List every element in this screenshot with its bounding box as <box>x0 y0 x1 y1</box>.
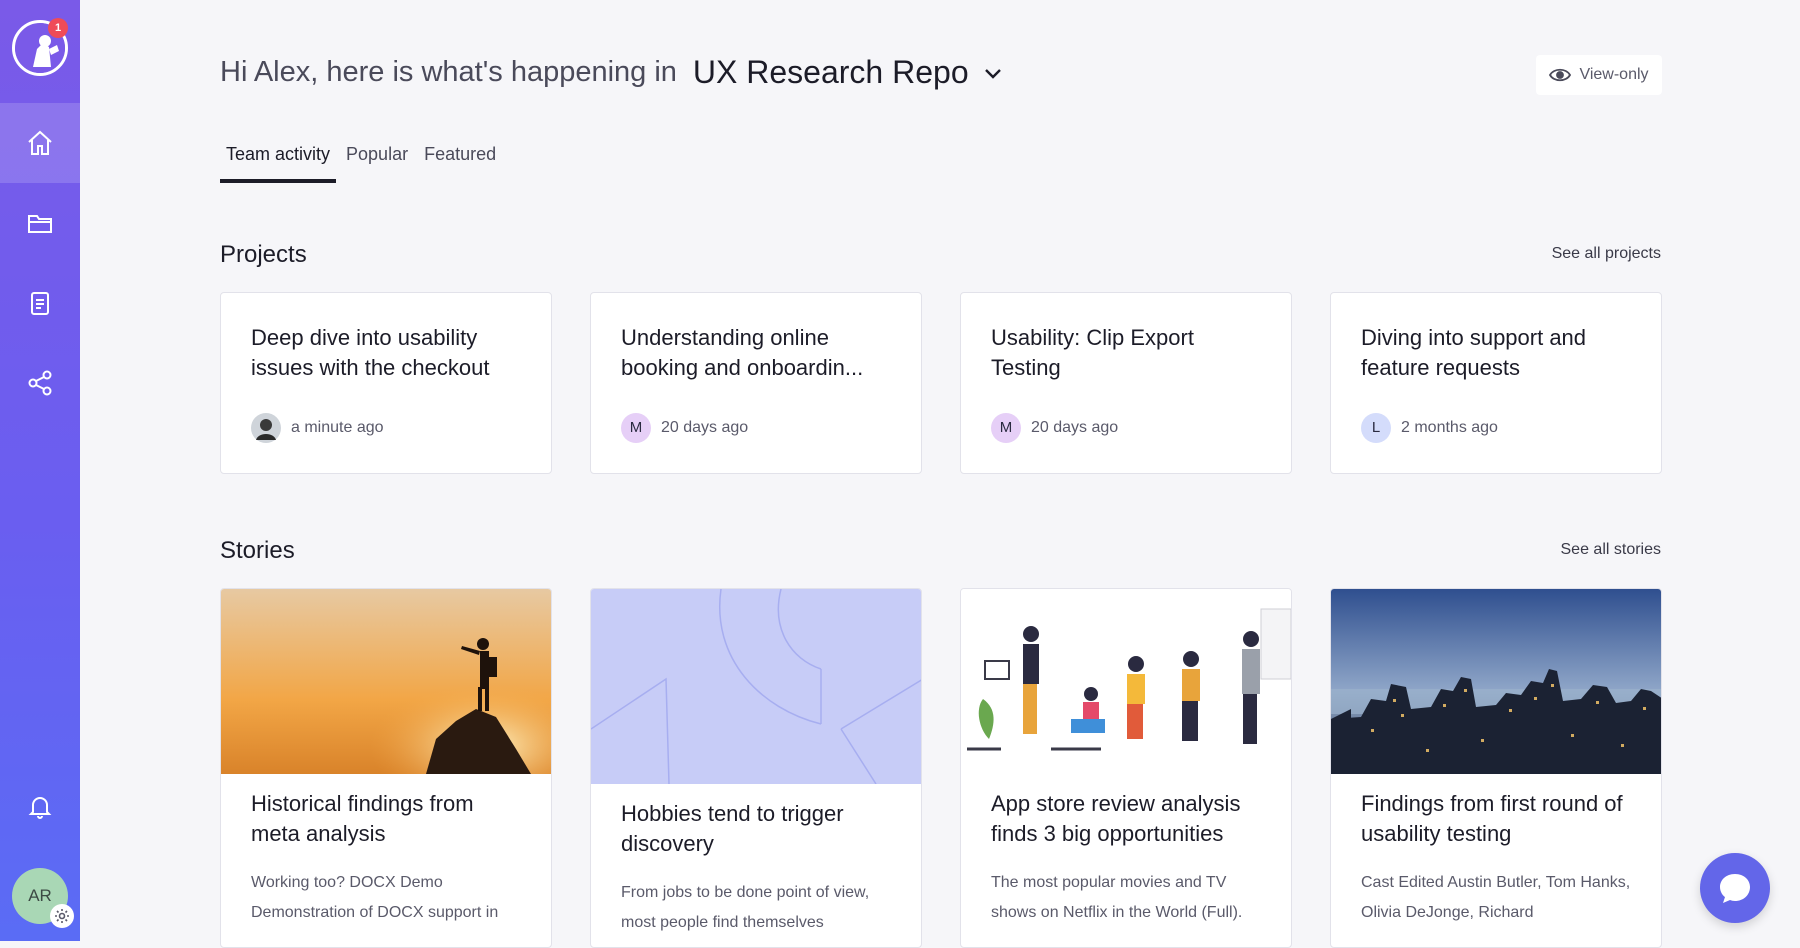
avatar: M <box>621 413 651 443</box>
greeting: Hi Alex, here is what's happening in UX … <box>220 54 1005 91</box>
notification-badge: 1 <box>48 18 68 38</box>
eye-icon <box>1549 68 1572 82</box>
sidebar: 1 AR <box>0 0 80 941</box>
user-photo-avatar <box>251 413 281 443</box>
project-card[interactable]: Deep dive into usability issues with the… <box>220 292 552 474</box>
story-title: Findings from first round of usability t… <box>1361 791 1623 846</box>
project-meta: M 20 days ago <box>621 413 748 443</box>
story-description: The most popular movies and TV shows on … <box>991 874 1243 921</box>
see-all-stories-link[interactable]: See all stories <box>1561 541 1662 559</box>
see-all-projects-link[interactable]: See all projects <box>1552 245 1661 263</box>
tab-popular[interactable]: Popular <box>340 140 414 183</box>
folder-icon <box>28 215 52 233</box>
project-time: a minute ago <box>291 419 384 436</box>
story-title: Historical findings from meta analysis <box>251 791 474 846</box>
tab-featured[interactable]: Featured <box>418 140 502 183</box>
project-title: Understanding online booking and onboard… <box>621 325 864 380</box>
project-meta: M 20 days ago <box>991 413 1118 443</box>
document-icon <box>31 292 49 315</box>
project-card[interactable]: Diving into support and feature requests… <box>1330 292 1662 474</box>
settings-badge[interactable] <box>50 904 74 928</box>
projects-heading: Projects <box>220 241 307 268</box>
story-card[interactable]: App store review analysis finds 3 big op… <box>960 588 1292 948</box>
project-title: Diving into support and feature requests <box>1361 325 1587 380</box>
stories-heading: Stories <box>220 537 295 564</box>
workspace-selector[interactable]: UX Research Repo <box>693 54 969 91</box>
project-time: 2 months ago <box>1401 419 1498 436</box>
chat-bubble-icon <box>1720 874 1750 903</box>
view-only-badge[interactable]: View-only <box>1536 55 1662 95</box>
story-card[interactable]: Historical findings from meta analysis W… <box>220 588 552 948</box>
share-icon <box>28 370 52 396</box>
story-card[interactable]: Findings from first round of usability t… <box>1330 588 1662 948</box>
bell-icon <box>28 797 52 819</box>
activity-tabs: Team activity Popular Featured <box>220 140 506 183</box>
project-card[interactable]: Usability: Clip Export Testing M 20 days… <box>960 292 1292 474</box>
home-icon <box>28 130 52 155</box>
story-image-pattern <box>591 589 921 784</box>
chevron-down-icon[interactable] <box>981 61 1005 85</box>
avatar: L <box>1361 413 1391 443</box>
story-title: App store review analysis finds 3 big op… <box>991 791 1241 846</box>
story-image-city <box>1331 589 1661 774</box>
project-title: Deep dive into usability issues with the… <box>251 325 490 380</box>
project-meta: a minute ago <box>251 413 384 443</box>
story-title: Hobbies tend to trigger discovery <box>621 801 844 856</box>
story-image-team <box>961 589 1291 774</box>
tab-team-activity[interactable]: Team activity <box>220 140 337 183</box>
view-only-label: View-only <box>1579 66 1649 83</box>
story-description: From jobs to be done point of view, most… <box>621 884 870 931</box>
greeting-text: Hi Alex, here is what's happening in <box>220 56 677 88</box>
project-card[interactable]: Understanding online booking and onboard… <box>590 292 922 474</box>
nav-share[interactable] <box>0 343 80 423</box>
project-meta: L 2 months ago <box>1361 413 1498 443</box>
story-card[interactable]: Hobbies tend to trigger discovery From j… <box>590 588 922 948</box>
nav-home[interactable] <box>0 103 80 183</box>
story-description: Working too? DOCX Demo Demonstration of … <box>251 874 499 921</box>
story-image-sunset <box>221 589 551 774</box>
gear-icon <box>55 909 69 923</box>
nav-notifications[interactable] <box>0 766 80 846</box>
project-time: 20 days ago <box>661 419 749 436</box>
chat-button[interactable] <box>1700 853 1770 923</box>
nav-notes[interactable] <box>0 263 80 343</box>
nav-projects[interactable] <box>0 183 80 263</box>
story-description: Cast Edited Austin Butler, Tom Hanks, Ol… <box>1361 874 1631 921</box>
project-title: Usability: Clip Export Testing <box>991 325 1194 380</box>
avatar: M <box>991 413 1021 443</box>
project-time: 20 days ago <box>1031 419 1119 436</box>
